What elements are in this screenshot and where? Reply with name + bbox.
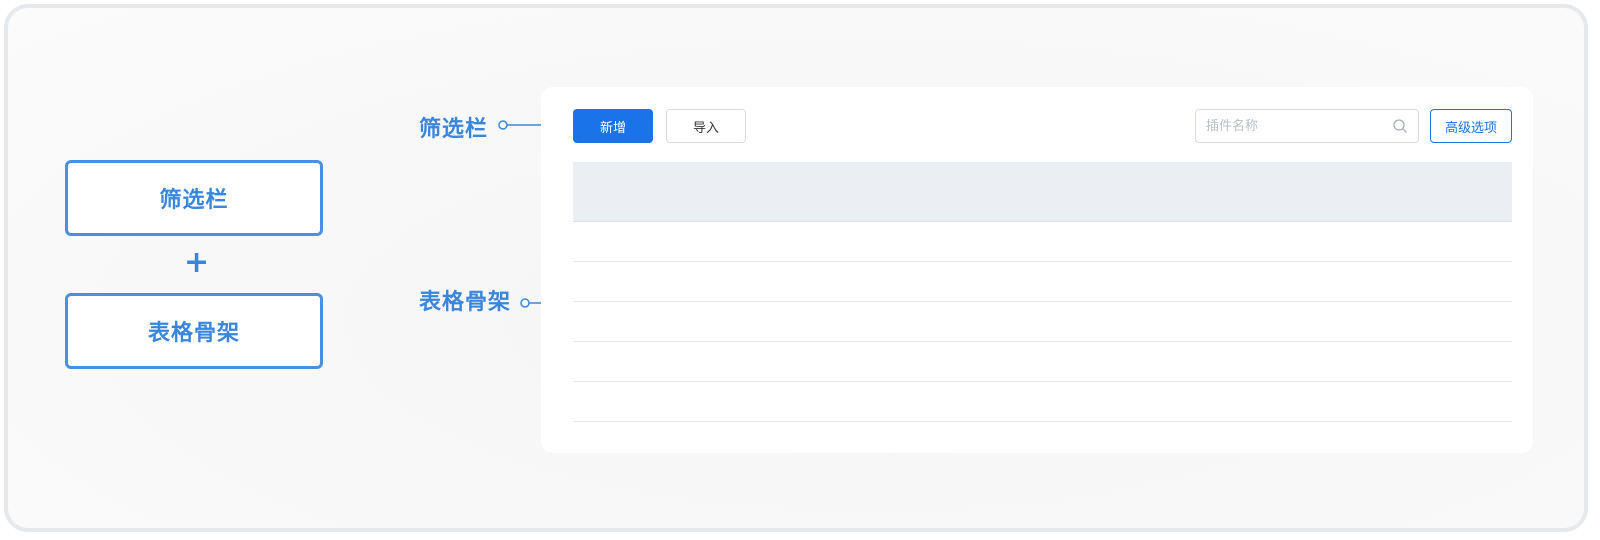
callout-table-skeleton: 表格骨架 (419, 290, 512, 315)
callout-filter-bar: 筛选栏 (419, 117, 489, 142)
advanced-options-button[interactable]: 高级选项 (1430, 109, 1512, 143)
table-row (573, 302, 1512, 342)
import-button[interactable]: 导入 (666, 109, 746, 143)
search-input[interactable] (1206, 118, 1392, 134)
table-row (573, 262, 1512, 302)
list-page-panel: 新增 导入 高级选项 (541, 87, 1533, 453)
table-header (573, 162, 1512, 222)
legend-table-skeleton: 表格骨架 (65, 293, 323, 369)
legend-filter-bar: 筛选栏 (65, 160, 323, 236)
legend-filter-label: 筛选栏 (159, 188, 229, 213)
search-icon[interactable] (1392, 118, 1408, 134)
legend-plus: + (184, 245, 210, 280)
add-button[interactable]: 新增 (573, 109, 653, 143)
plugin-search-field[interactable] (1195, 109, 1419, 143)
table-row (573, 342, 1512, 382)
table-row (573, 382, 1512, 422)
table-row (573, 222, 1512, 262)
legend-table-label: 表格骨架 (147, 321, 240, 346)
